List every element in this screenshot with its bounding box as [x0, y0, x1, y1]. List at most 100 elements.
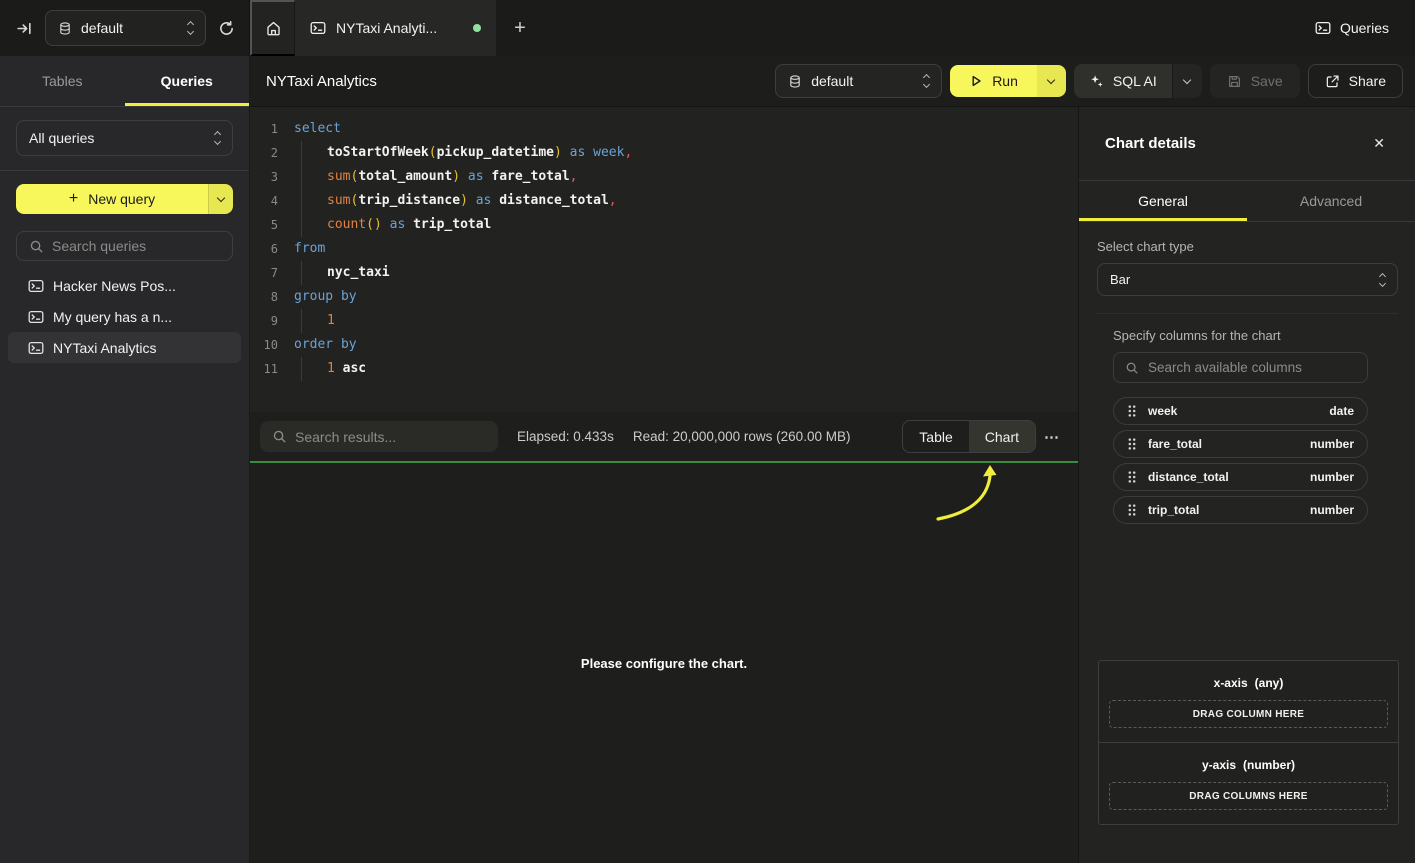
tab-tables[interactable]: Tables: [0, 56, 125, 106]
home-icon: [265, 20, 282, 37]
indent-guide: [301, 213, 327, 237]
tab-tables-label: Tables: [42, 73, 82, 89]
code-line: group by: [294, 285, 1078, 309]
run-options-dropdown[interactable]: [1037, 65, 1066, 97]
columns-section: Specify columns for the chart weekdatefa…: [1113, 328, 1368, 524]
axis-name: y-axis: [1202, 758, 1236, 772]
sql-ai-button[interactable]: SQL AI: [1074, 64, 1202, 98]
query-search-input[interactable]: [52, 238, 220, 254]
refresh-button[interactable]: [218, 20, 235, 37]
results-bar: Elapsed: 0.433s Read: 20,000,000 rows (2…: [250, 412, 1078, 461]
close-panel-button[interactable]: ✕: [1373, 135, 1385, 152]
tab-advanced[interactable]: Advanced: [1247, 181, 1415, 221]
collapse-sidebar-icon: [16, 20, 33, 37]
line-number: 3: [250, 165, 278, 189]
line-number: 10: [250, 333, 278, 357]
share-icon: [1325, 74, 1340, 89]
sql-editor[interactable]: 1234567891011 selecttoStartOfWeek(pickup…: [250, 107, 1078, 412]
columns-search[interactable]: [1113, 352, 1368, 383]
workspace: 1234567891011 selecttoStartOfWeek(pickup…: [250, 107, 1078, 863]
column-type: date: [1329, 404, 1354, 418]
code-token: asc: [343, 361, 366, 376]
line-number: 4: [250, 189, 278, 213]
columns-search-input[interactable]: [1148, 360, 1356, 375]
run-database-value: default: [811, 73, 853, 89]
query-item-label: My query has a n...: [53, 309, 172, 325]
query-item-label: Hacker News Pos...: [53, 278, 176, 294]
results-search[interactable]: [260, 421, 498, 452]
tab-strip: NYTaxi Analyti... +: [250, 0, 1315, 56]
column-item[interactable]: fare_totalnumber: [1113, 430, 1368, 458]
y-axis-drop-zone[interactable]: DRAG COLUMNS HERE: [1109, 782, 1388, 810]
run-main[interactable]: Run: [950, 65, 1037, 97]
sql-console-app: default NYTaxi Analyti... +: [0, 0, 1415, 863]
home-button[interactable]: [250, 0, 295, 56]
code-token: as: [390, 217, 406, 232]
sidebar: Tables Queries All queries + New query: [0, 56, 250, 863]
collapse-sidebar-button[interactable]: [16, 20, 33, 37]
queries-nav-button[interactable]: Queries: [1315, 0, 1415, 56]
more-options-button[interactable]: ⋯: [1036, 428, 1068, 446]
query-list-item[interactable]: NYTaxi Analytics: [8, 332, 241, 363]
new-query-button[interactable]: + New query: [16, 184, 233, 214]
drag-handle-icon[interactable]: [1127, 437, 1137, 451]
line-number: 2: [250, 141, 278, 165]
drag-handle-icon[interactable]: [1127, 404, 1137, 418]
query-filter-select[interactable]: All queries: [16, 120, 233, 156]
code-line: toStartOfWeek(pickup_datetime) as week,: [294, 141, 1078, 165]
column-type: number: [1310, 503, 1354, 517]
top-bar: default NYTaxi Analyti... +: [0, 0, 1415, 56]
line-number: 1: [250, 117, 278, 141]
new-tab-button[interactable]: +: [496, 0, 544, 56]
editor-gutter: 1234567891011: [250, 107, 286, 412]
drag-handle-icon[interactable]: [1127, 503, 1137, 517]
code-lines: selecttoStartOfWeek(pickup_datetime) as …: [286, 107, 1078, 412]
plus-icon: +: [69, 190, 78, 208]
share-button[interactable]: Share: [1308, 64, 1403, 98]
column-item[interactable]: week date: [1113, 397, 1368, 425]
database-selector[interactable]: default: [45, 10, 206, 46]
run-database-selector[interactable]: default: [775, 64, 942, 98]
query-list-item[interactable]: Hacker News Pos...: [8, 270, 241, 301]
query-search[interactable]: [16, 231, 233, 261]
view-toggle-chart[interactable]: Chart: [969, 421, 1035, 452]
code-token: total_amount: [358, 169, 452, 184]
rows-read-stats: Read: 20,000,000 rows (260.00 MB): [633, 429, 851, 444]
drag-handle-icon[interactable]: [1127, 470, 1137, 484]
drag-handle-icon: [1127, 437, 1137, 451]
y-axis-section: y-axis (number) DRAG COLUMNS HERE: [1099, 742, 1398, 824]
chart-type-select[interactable]: Bar: [1097, 263, 1398, 296]
save-button[interactable]: Save: [1210, 64, 1300, 98]
terminal-icon: [28, 340, 44, 356]
axis-constraint: (number): [1243, 758, 1295, 772]
results-search-input[interactable]: [295, 429, 486, 445]
chart-area: Please configure the chart.: [250, 463, 1078, 863]
tab-nytaxi-analytics[interactable]: NYTaxi Analyti...: [295, 0, 496, 56]
tab-queries[interactable]: Queries: [125, 56, 250, 106]
code-token: week: [593, 145, 624, 160]
view-toggle-table[interactable]: Table: [903, 421, 968, 452]
sql-ai-main[interactable]: SQL AI: [1074, 64, 1172, 98]
terminal-icon: [1315, 20, 1331, 36]
tab-general-label: General: [1138, 193, 1188, 209]
query-item-label: NYTaxi Analytics: [53, 340, 156, 356]
x-axis-drop-zone[interactable]: DRAG COLUMN HERE: [1109, 700, 1388, 728]
chevron-updown-icon: [1380, 274, 1385, 286]
column-item[interactable]: distance_totalnumber: [1113, 463, 1368, 491]
query-list-item[interactable]: My query has a n...: [8, 301, 241, 332]
tab-general[interactable]: General: [1079, 181, 1247, 221]
line-number: 9: [250, 309, 278, 333]
new-query-label: New query: [88, 191, 155, 207]
indent-guide: [301, 141, 327, 165]
code-line: from: [294, 237, 1078, 261]
chart-type-label: Select chart type: [1097, 239, 1398, 254]
column-name: week: [1148, 404, 1318, 418]
line-number: 5: [250, 213, 278, 237]
indent-guide: [301, 261, 327, 285]
run-button[interactable]: Run: [950, 65, 1066, 97]
line-number: 6: [250, 237, 278, 261]
sql-ai-dropdown[interactable]: [1172, 64, 1202, 98]
column-item[interactable]: trip_totalnumber: [1113, 496, 1368, 524]
new-query-dropdown[interactable]: [208, 184, 233, 214]
code-line: order by: [294, 333, 1078, 357]
